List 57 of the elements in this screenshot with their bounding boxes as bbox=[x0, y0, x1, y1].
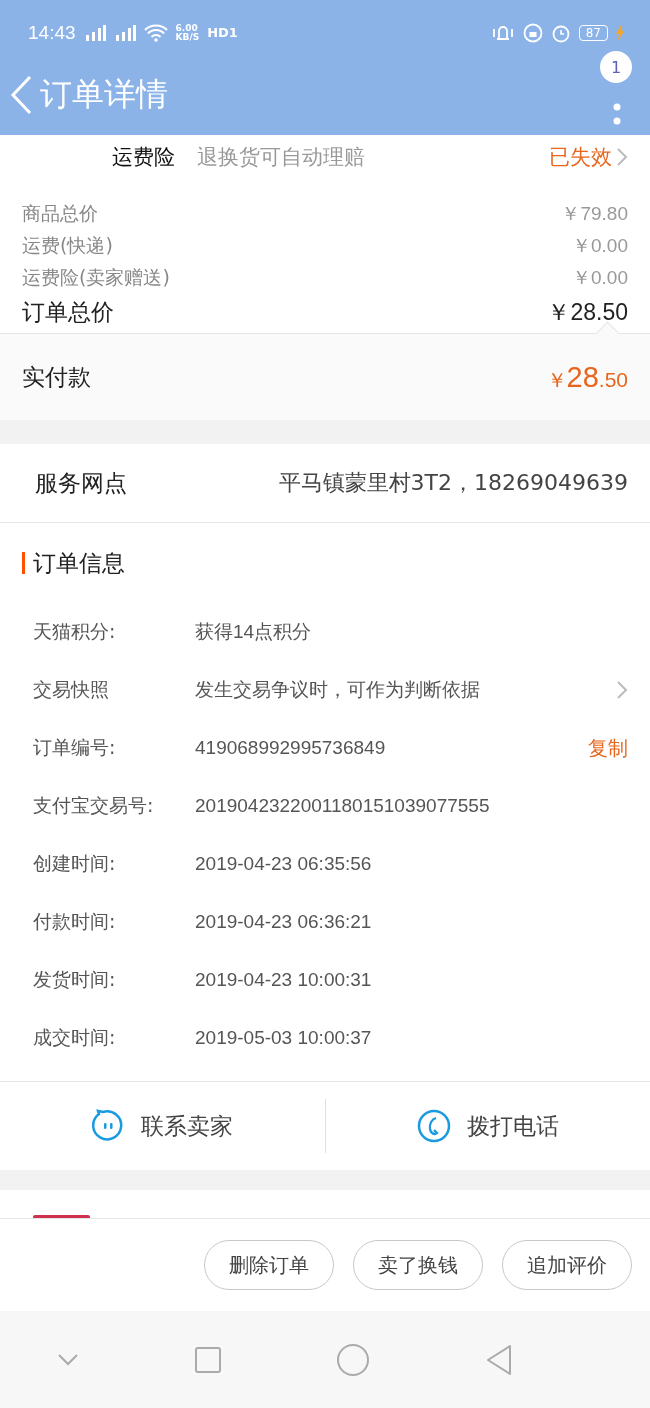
info-label: 发货时间: bbox=[33, 967, 117, 992]
battery-indicator: 87 bbox=[578, 24, 608, 41]
more-icon[interactable] bbox=[613, 103, 621, 125]
info-label: 成交时间: bbox=[33, 1025, 117, 1050]
paid-amount: ￥28.50 bbox=[546, 360, 628, 394]
hd-indicator: HD1 bbox=[207, 25, 238, 40]
signal-icon bbox=[83, 24, 106, 41]
section-title: 订单信息 bbox=[33, 548, 125, 578]
info-value: 2019-04-23 10:00:31 bbox=[195, 969, 373, 991]
signal-icon bbox=[113, 24, 136, 41]
price-label: 订单总价 bbox=[22, 298, 114, 327]
paid-label: 实付款 bbox=[22, 362, 91, 392]
price-value: ￥28.50 bbox=[547, 298, 628, 327]
network-speed: 6.00 KB/S bbox=[175, 23, 200, 42]
info-value: 发生交易争议时，可作为判断依据 bbox=[195, 678, 481, 702]
service-point-label: 服务网点 bbox=[35, 468, 127, 498]
info-value: 419068992995736849 bbox=[195, 737, 387, 759]
info-value: 2019-04-23 06:35:56 bbox=[195, 853, 373, 875]
phone-icon bbox=[416, 1109, 451, 1143]
price-label: 运费(快递) bbox=[22, 233, 113, 258]
home-icon[interactable] bbox=[336, 1342, 371, 1377]
price-label: 商品总价 bbox=[22, 201, 98, 226]
info-label: 支付宝交易号: bbox=[33, 793, 155, 818]
info-value: 2019042322001180151039077555 bbox=[195, 795, 491, 817]
tag-marker bbox=[33, 1215, 90, 1218]
action-button[interactable]: 追加评价 bbox=[502, 1240, 632, 1290]
back-icon[interactable] bbox=[484, 1343, 513, 1376]
lock-icon bbox=[522, 22, 543, 43]
info-label: 创建时间: bbox=[33, 851, 117, 876]
notification-badge: 1 bbox=[600, 51, 632, 83]
action-button[interactable]: 卖了换钱 bbox=[353, 1240, 483, 1290]
info-value: 2019-05-03 10:00:37 bbox=[195, 1027, 373, 1049]
chevron-right-icon[interactable] bbox=[616, 680, 628, 700]
service-point-value: 平马镇蒙里村3T2，18269049639 bbox=[278, 469, 628, 497]
recent-apps-icon[interactable] bbox=[193, 1345, 222, 1374]
back-icon[interactable] bbox=[10, 75, 34, 115]
price-value: ￥79.80 bbox=[561, 202, 628, 226]
info-label: 交易快照 bbox=[33, 677, 110, 702]
insurance-status: 已失效 bbox=[549, 144, 612, 171]
price-label: 运费险(卖家赠送) bbox=[22, 265, 170, 290]
info-label: 天猫积分: bbox=[33, 619, 117, 644]
info-value: 2019-04-23 06:36:21 bbox=[195, 911, 373, 933]
status-time: 14:43 bbox=[28, 21, 76, 44]
info-value: 获得14点积分 bbox=[195, 620, 313, 644]
page-title: 订单详情 bbox=[40, 74, 168, 115]
insurance-description: 退换货可自动理赔 bbox=[197, 144, 365, 171]
action-button[interactable]: 删除订单 bbox=[204, 1240, 334, 1290]
wifi-icon bbox=[143, 23, 168, 42]
price-value: ￥0.00 bbox=[572, 266, 628, 290]
info-label: 付款时间: bbox=[33, 909, 117, 934]
info-label: 订单编号: bbox=[33, 735, 117, 760]
chevron-down-icon[interactable] bbox=[57, 1352, 80, 1367]
chevron-right-icon[interactable] bbox=[616, 147, 628, 167]
contact-seller-button[interactable]: 联系卖家 bbox=[0, 1082, 325, 1170]
insurance-name: 运费险 bbox=[112, 144, 175, 171]
price-value: ￥0.00 bbox=[572, 234, 628, 258]
call-button[interactable]: 拨打电话 bbox=[325, 1082, 650, 1170]
